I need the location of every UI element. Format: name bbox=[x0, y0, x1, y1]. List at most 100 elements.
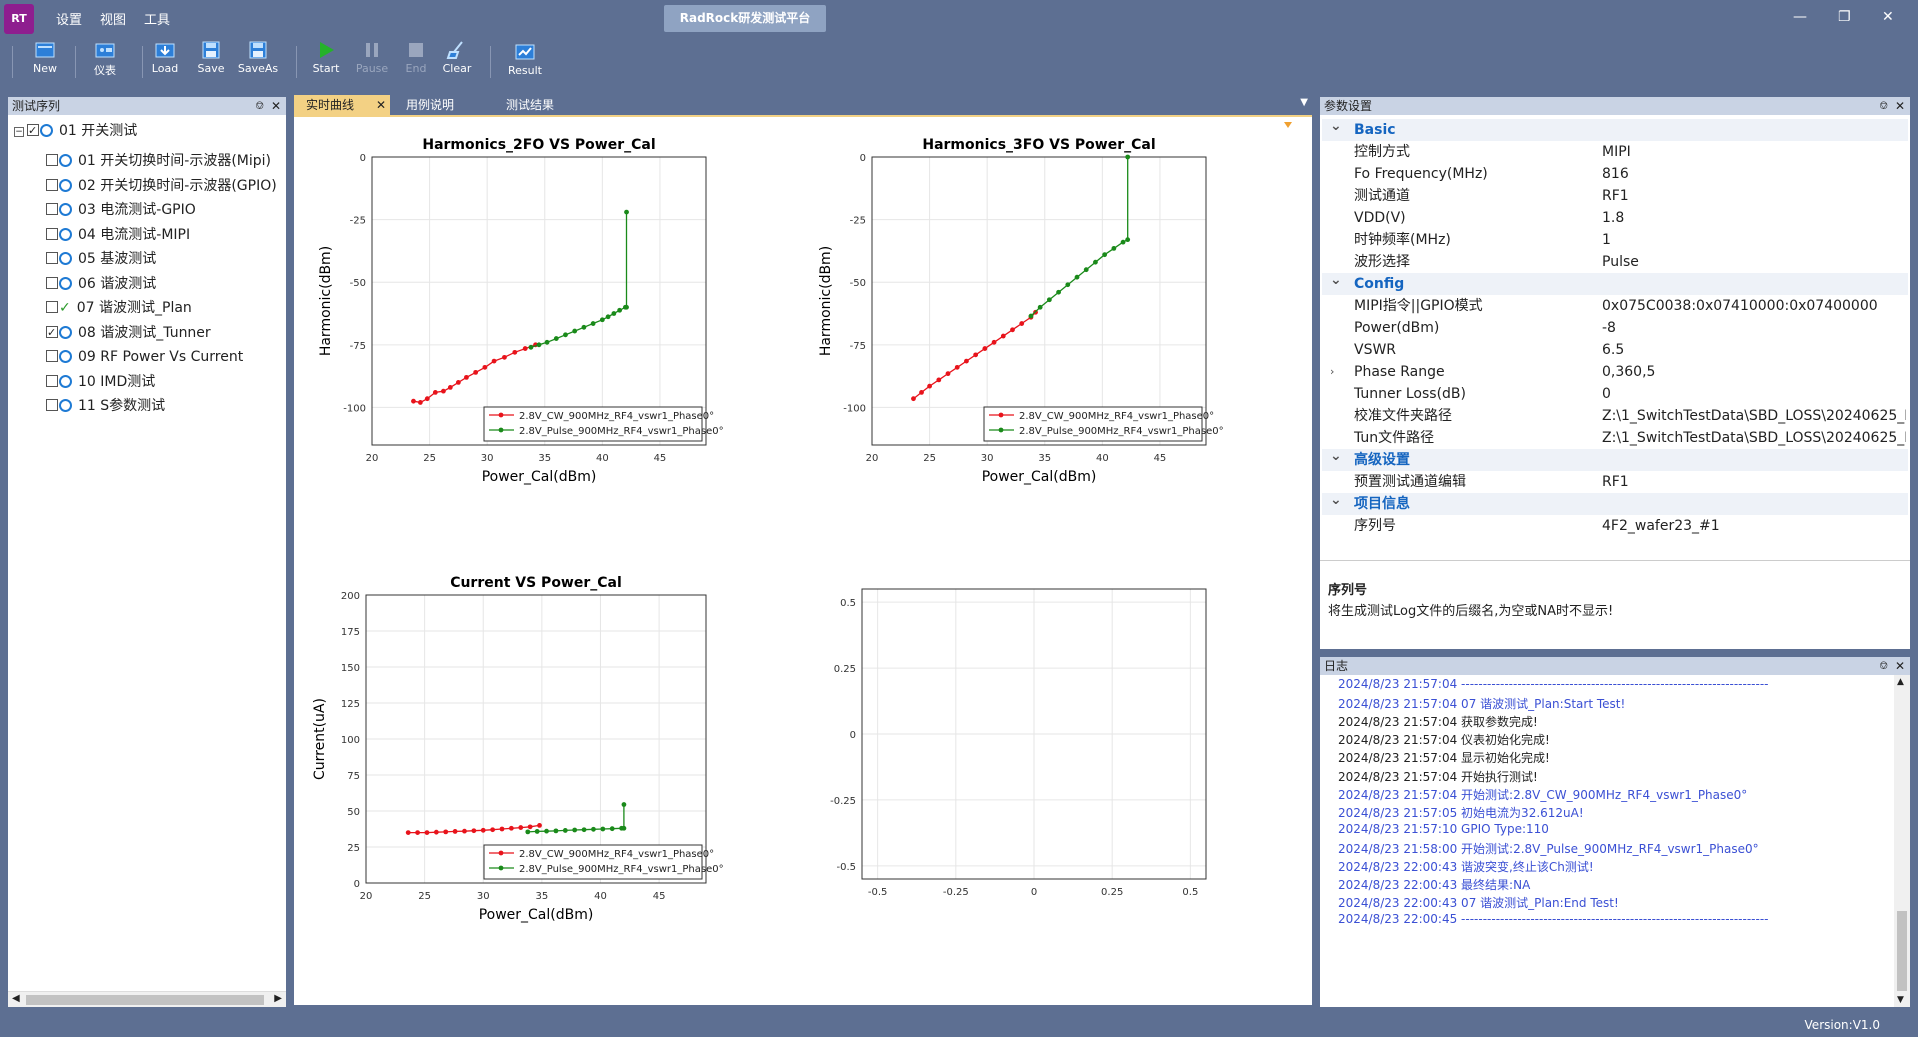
clear-button[interactable]: Clear bbox=[433, 40, 481, 84]
instrument-button[interactable]: 仪表 bbox=[81, 40, 129, 84]
tab-test-results[interactable]: 测试结果 bbox=[494, 95, 566, 115]
close-icon[interactable]: ✕ bbox=[1895, 97, 1905, 115]
item-checkbox[interactable] bbox=[46, 203, 58, 215]
pin-icon[interactable]: ⎊ bbox=[1879, 657, 1888, 675]
legend-marker bbox=[998, 427, 1004, 433]
item-checkbox[interactable] bbox=[46, 227, 58, 240]
vertical-scrollbar[interactable]: ▲ ▼ bbox=[1894, 675, 1910, 1007]
scroll-left-icon[interactable]: ◀ bbox=[12, 993, 20, 1004]
property-row[interactable]: VDD(V) 1.8 bbox=[1322, 207, 1908, 229]
property-row[interactable]: 序列号 4F2_wafer23_#1 bbox=[1322, 515, 1908, 537]
property-value[interactable]: 6.5 bbox=[1602, 339, 1906, 361]
menu-settings[interactable]: 设置 bbox=[56, 9, 82, 28]
close-icon[interactable]: ✕ bbox=[271, 97, 281, 115]
item-checkbox[interactable] bbox=[46, 178, 58, 191]
sequence-item[interactable]: 08 谐波测试_Tunner bbox=[46, 323, 211, 343]
save-button[interactable]: Save bbox=[187, 40, 235, 84]
property-value[interactable]: RF1 bbox=[1602, 471, 1906, 493]
tab-dropdown-icon[interactable]: ▼ bbox=[1300, 97, 1308, 108]
item-checkbox[interactable] bbox=[46, 301, 58, 313]
collapse-icon[interactable]: − bbox=[14, 127, 24, 137]
chevron-down-icon[interactable]: ⌄ bbox=[1330, 445, 1342, 467]
dropdown-marker-icon[interactable] bbox=[1284, 122, 1292, 128]
sequence-item[interactable]: 11 S参数测试 bbox=[46, 396, 165, 416]
start-button[interactable]: Start bbox=[302, 40, 350, 84]
scroll-down-icon[interactable]: ▼ bbox=[1897, 995, 1904, 1005]
tab-case-description[interactable]: 用例说明 bbox=[394, 95, 466, 115]
menu-view[interactable]: 视图 bbox=[100, 9, 126, 28]
sequence-item[interactable]: 03 电流测试-GPIO bbox=[46, 200, 196, 220]
property-category[interactable]: ⌄ Config bbox=[1322, 272, 1908, 295]
item-checkbox[interactable] bbox=[46, 374, 58, 387]
property-value[interactable]: 0,360,5 bbox=[1602, 361, 1906, 383]
property-value[interactable]: 1 bbox=[1602, 229, 1906, 251]
root-checkbox[interactable] bbox=[27, 121, 39, 141]
property-row[interactable]: 预置测试通道编辑 RF1 bbox=[1322, 471, 1908, 493]
property-row[interactable]: Tun文件路径 Z:\1_SwitchTestData\SBD_LOSS\2024… bbox=[1322, 427, 1908, 449]
saveas-button[interactable]: SaveAs bbox=[234, 40, 282, 84]
tree-root[interactable]: − 01 开关测试 bbox=[14, 121, 137, 141]
chevron-down-icon[interactable]: ⌄ bbox=[1330, 489, 1342, 511]
chevron-down-icon[interactable]: ⌄ bbox=[1330, 269, 1342, 291]
property-value[interactable]: 816 bbox=[1602, 163, 1906, 185]
sequence-item[interactable]: 04 电流测试-MIPI bbox=[46, 225, 190, 245]
property-value[interactable]: RF1 bbox=[1602, 185, 1906, 207]
new-button[interactable]: New bbox=[21, 40, 69, 84]
property-row[interactable]: › Phase Range 0,360,5 bbox=[1322, 361, 1908, 383]
chevron-down-icon[interactable]: ⌄ bbox=[1330, 115, 1342, 137]
sequence-item[interactable]: 05 基波测试 bbox=[46, 249, 156, 269]
property-row[interactable]: 控制方式 MIPI bbox=[1322, 141, 1908, 163]
pin-icon[interactable]: ⎊ bbox=[1879, 97, 1888, 115]
item-checkbox[interactable] bbox=[46, 276, 58, 289]
property-value[interactable]: MIPI bbox=[1602, 141, 1906, 163]
result-button[interactable]: Result bbox=[501, 42, 549, 86]
property-value[interactable]: 1.8 bbox=[1602, 207, 1906, 229]
property-row[interactable]: VSWR 6.5 bbox=[1322, 339, 1908, 361]
property-value[interactable]: Pulse bbox=[1602, 251, 1906, 273]
property-row[interactable]: 校准文件夹路径 Z:\1_SwitchTestData\SBD_LOSS\2024… bbox=[1322, 405, 1908, 427]
property-row[interactable]: 测试通道 RF1 bbox=[1322, 185, 1908, 207]
item-checkbox[interactable] bbox=[46, 350, 58, 362]
property-value[interactable]: Z:\1_SwitchTestData\SBD_LOSS\20240625_Lb bbox=[1602, 405, 1906, 427]
property-value[interactable]: 4F2_wafer23_#1 bbox=[1602, 515, 1906, 537]
scroll-thumb[interactable] bbox=[1897, 911, 1907, 991]
property-row[interactable]: 时钟频率(MHz) 1 bbox=[1322, 229, 1908, 251]
scroll-right-icon[interactable]: ▶ bbox=[274, 993, 282, 1004]
item-checkbox[interactable] bbox=[46, 399, 58, 411]
chevron-right-icon[interactable]: › bbox=[1330, 361, 1334, 383]
menu-tools[interactable]: 工具 bbox=[144, 9, 170, 28]
close-icon[interactable]: ✕ bbox=[376, 95, 386, 115]
scroll-up-icon[interactable]: ▲ bbox=[1897, 677, 1904, 687]
property-value[interactable]: 0x075C0038:0x07410000:0x07400000 bbox=[1602, 295, 1906, 317]
close-icon[interactable]: ✕ bbox=[1895, 657, 1905, 675]
item-checkbox[interactable] bbox=[46, 154, 58, 166]
sequence-item[interactable]: 01 开关切换时间-示波器(Mipi) bbox=[46, 151, 271, 171]
item-checkbox[interactable] bbox=[46, 323, 58, 343]
property-value[interactable]: 0 bbox=[1602, 383, 1906, 405]
close-icon[interactable]: ✕ bbox=[1882, 9, 1894, 25]
property-row[interactable]: MIPI指令||GPIO模式 0x075C0038:0x07410000:0x07… bbox=[1322, 295, 1908, 317]
scroll-thumb[interactable] bbox=[26, 995, 264, 1005]
property-category[interactable]: ⌄ 高级设置 bbox=[1322, 448, 1908, 471]
sequence-item[interactable]: 10 IMD测试 bbox=[46, 372, 155, 392]
property-value[interactable]: -8 bbox=[1602, 317, 1906, 339]
load-button[interactable]: Load bbox=[141, 40, 189, 84]
maximize-icon[interactable]: ❐ bbox=[1838, 9, 1851, 25]
sequence-item[interactable]: ✓ 07 谐波测试_Plan bbox=[46, 298, 192, 318]
property-row[interactable]: Tunner Loss(dB) 0 bbox=[1322, 383, 1908, 405]
property-row[interactable]: Power(dBm) -8 bbox=[1322, 317, 1908, 339]
item-checkbox[interactable] bbox=[46, 252, 58, 264]
property-value[interactable]: Z:\1_SwitchTestData\SBD_LOSS\20240625_Lb bbox=[1602, 427, 1906, 449]
tab-realtime-curve[interactable]: 实时曲线 ✕ bbox=[294, 95, 390, 115]
property-row[interactable]: Fo Frequency(MHz) 816 bbox=[1322, 163, 1908, 185]
sequence-item[interactable]: 06 谐波测试 bbox=[46, 274, 156, 294]
horizontal-scrollbar[interactable]: ◀ ▶ bbox=[8, 991, 286, 1007]
sequence-item[interactable]: 09 RF Power Vs Current bbox=[46, 347, 243, 367]
property-category[interactable]: ⌄ 项目信息 bbox=[1322, 492, 1908, 515]
pause-button[interactable]: Pause bbox=[348, 40, 396, 84]
minimize-icon[interactable]: — bbox=[1793, 9, 1807, 25]
pin-icon[interactable]: ⎊ bbox=[255, 97, 264, 115]
property-row[interactable]: 波形选择 Pulse bbox=[1322, 251, 1908, 273]
sequence-item[interactable]: 02 开关切换时间-示波器(GPIO) bbox=[46, 176, 277, 196]
property-category[interactable]: ⌄ Basic bbox=[1322, 118, 1908, 141]
